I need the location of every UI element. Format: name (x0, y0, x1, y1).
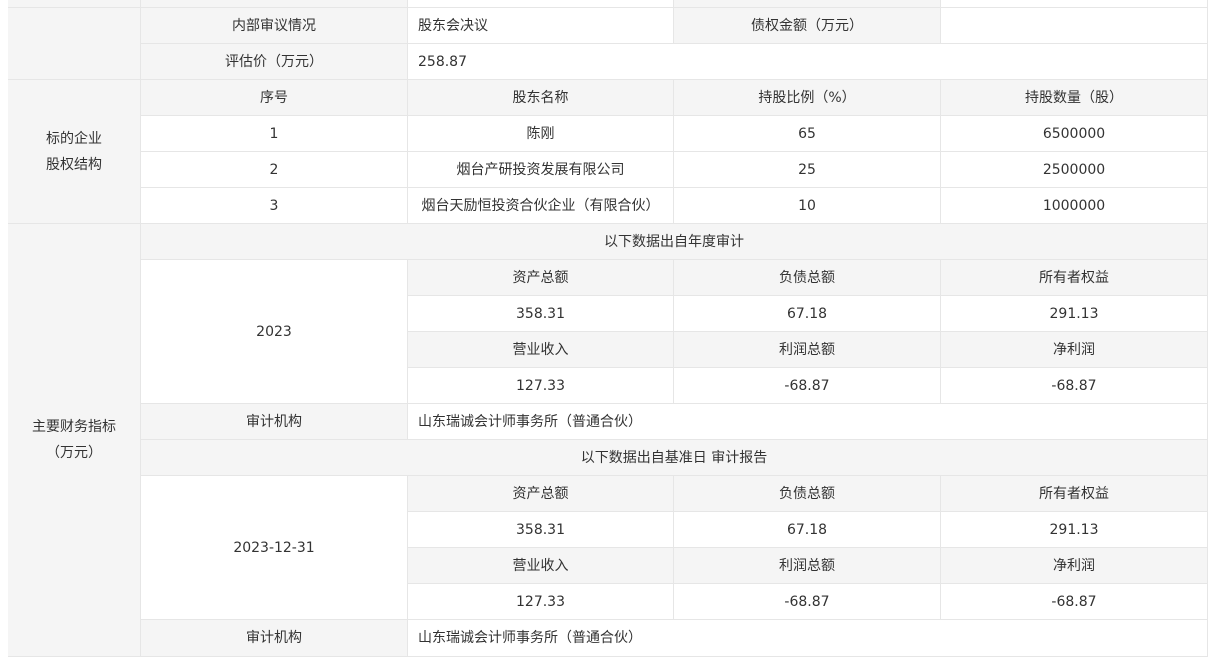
annual-header-total-liabilities: 负债总额 (674, 260, 941, 296)
equity-row-name: 陈刚 (408, 116, 674, 152)
internal-review-value: 股东会决议 (408, 8, 674, 44)
annual-auditor-label: 审计机构 (141, 404, 408, 440)
annual-value-total-assets: 358.31 (408, 296, 674, 332)
annual-header-total-assets: 资产总额 (408, 260, 674, 296)
equity-row-name: 烟台产研投资发展有限公司 (408, 152, 674, 188)
annual-header-net-profit: 净利润 (941, 332, 1208, 368)
top-spacer (141, 0, 408, 8)
equity-row-no: 2 (141, 152, 408, 188)
annual-audit-banner: 以下数据出自年度审计 (141, 224, 1208, 260)
annual-value-net-profit: -68.87 (941, 368, 1208, 404)
equity-header-shares: 持股数量（股） (941, 80, 1208, 116)
financials-section-label-line2: （万元） (46, 445, 102, 461)
annual-value-revenue: 127.33 (408, 368, 674, 404)
internal-review-label: 内部审议情况 (141, 8, 408, 44)
section-label-blank (8, 8, 141, 80)
equity-row-shares: 2500000 (941, 152, 1208, 188)
benchmark-auditor-label: 审计机构 (141, 620, 408, 657)
benchmark-header-total-liabilities: 负债总额 (674, 476, 941, 512)
financials-section-label: 主要财务指标 （万元） (8, 224, 141, 657)
benchmark-value-total-liabilities: 67.18 (674, 512, 941, 548)
top-spacer (941, 0, 1208, 8)
equity-row-no: 3 (141, 188, 408, 224)
benchmark-auditor-value: 山东瑞诚会计师事务所（普通合伙） (408, 620, 1208, 657)
equity-row-no: 1 (141, 116, 408, 152)
top-spacer (674, 0, 941, 8)
benchmark-value-owner-equity: 291.13 (941, 512, 1208, 548)
annual-value-total-profit: -68.87 (674, 368, 941, 404)
top-spacer (408, 0, 674, 8)
equity-section-label-line2: 股权结构 (46, 156, 102, 173)
benchmark-header-total-assets: 资产总额 (408, 476, 674, 512)
benchmark-value-total-assets: 358.31 (408, 512, 674, 548)
valuation-label: 评估价（万元） (141, 44, 408, 80)
benchmark-value-total-profit: -68.87 (674, 584, 941, 620)
equity-row-ratio: 25 (674, 152, 941, 188)
annual-header-owner-equity: 所有者权益 (941, 260, 1208, 296)
top-spacer (8, 0, 141, 8)
equity-header-no: 序号 (141, 80, 408, 116)
debt-amount-value (941, 8, 1208, 44)
equity-row-shares: 1000000 (941, 188, 1208, 224)
benchmark-header-revenue: 营业收入 (408, 548, 674, 584)
benchmark-audit-banner: 以下数据出自基准日 审计报告 (141, 440, 1208, 476)
debt-amount-label: 债权金额（万元） (674, 8, 941, 44)
benchmark-period: 2023-12-31 (141, 476, 408, 620)
equity-row-name: 烟台天励恒投资合伙企业（有限合伙） (408, 188, 674, 224)
benchmark-value-net-profit: -68.87 (941, 584, 1208, 620)
annual-header-total-profit: 利润总额 (674, 332, 941, 368)
equity-header-name: 股东名称 (408, 80, 674, 116)
financials-section-label-line1: 主要财务指标 (32, 419, 116, 435)
benchmark-value-revenue: 127.33 (408, 584, 674, 620)
equity-section-label: 标的企业 股权结构 (8, 80, 141, 224)
equity-row-ratio: 10 (674, 188, 941, 224)
equity-row-ratio: 65 (674, 116, 941, 152)
benchmark-header-total-profit: 利润总额 (674, 548, 941, 584)
annual-auditor-value: 山东瑞诚会计师事务所（普通合伙） (408, 404, 1208, 440)
info-table: 内部审议情况 股东会决议 债权金额（万元） 评估价（万元） 258.87 标的企… (0, 0, 1208, 657)
annual-period: 2023 (141, 260, 408, 404)
annual-value-total-liabilities: 67.18 (674, 296, 941, 332)
annual-header-revenue: 营业收入 (408, 332, 674, 368)
benchmark-header-net-profit: 净利润 (941, 548, 1208, 584)
annual-value-owner-equity: 291.13 (941, 296, 1208, 332)
equity-row-shares: 6500000 (941, 116, 1208, 152)
benchmark-header-owner-equity: 所有者权益 (941, 476, 1208, 512)
equity-section-label-line1: 标的企业 (46, 130, 102, 147)
equity-header-ratio: 持股比例（%） (674, 80, 941, 116)
valuation-value: 258.87 (408, 44, 1208, 80)
